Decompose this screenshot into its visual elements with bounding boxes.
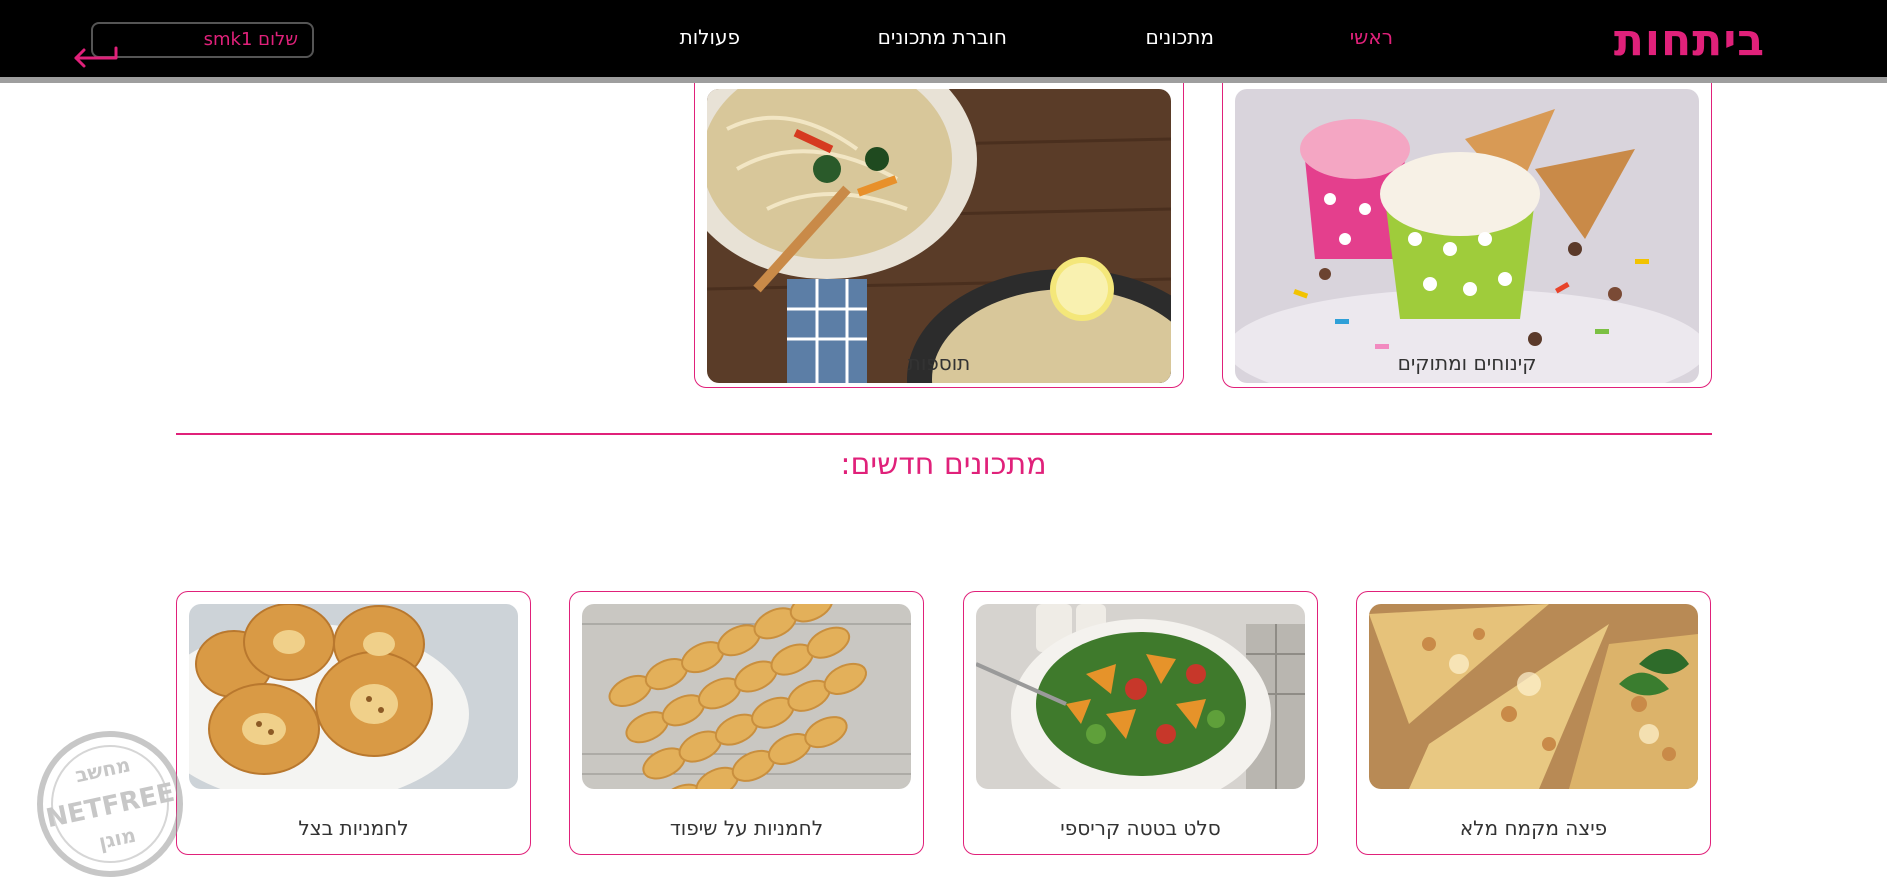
section-divider <box>176 433 1712 435</box>
crispy-sweet-potato-salad-image <box>976 604 1305 789</box>
skewer-rolls-image <box>582 604 911 789</box>
nav-item-actions[interactable]: פעולות <box>680 22 740 52</box>
nav-item-recipes[interactable]: מתכונים <box>1145 22 1214 52</box>
category-card-desserts[interactable]: קינוחים ומתוקים <box>1222 60 1712 388</box>
recipe-card-pizza[interactable]: פיצה מקמח מלא <box>1356 591 1711 855</box>
user-greeting[interactable]: שלום smk1 <box>91 22 314 58</box>
recipe-label: פיצה מקמח מלא <box>1459 816 1608 840</box>
noodles-plate-image <box>707 89 1171 383</box>
site-logo[interactable]: ביתחות <box>1582 14 1797 68</box>
nav-item-recipe-book[interactable]: חוברת מתכונים <box>878 22 1007 52</box>
category-card-sides[interactable]: תוספות <box>694 60 1184 388</box>
onion-rolls-image <box>189 604 518 789</box>
recipe-label: לחמניות בצל <box>298 816 409 840</box>
whole-wheat-pizza-image <box>1369 604 1698 789</box>
watermark-bottom: מוגן <box>97 823 138 854</box>
category-label: קינוחים ומתוקים <box>1397 351 1537 375</box>
ice-cream-sprinkles-image <box>1235 89 1699 383</box>
watermark-top: מחשב <box>73 752 132 787</box>
new-recipes-title: מתכונים חדשים: <box>840 447 1047 482</box>
recipe-card-salad[interactable]: סלט בטטה קריספי <box>963 591 1318 855</box>
watermark-middle: NETFREE <box>43 778 177 834</box>
nav-item-home[interactable]: ראשי <box>1350 22 1393 52</box>
recipe-card-skewer-rolls[interactable]: לחמניות על שיפוד <box>569 591 924 855</box>
recipe-label: לחמניות על שיפוד <box>669 816 824 840</box>
top-navbar: ביתחות ראשי מתכונים חוברת מתכונים פעולות… <box>0 0 1887 83</box>
netfree-watermark: מחשב NETFREE מוגן <box>22 728 202 878</box>
category-label: תוספות <box>907 351 971 375</box>
recipe-label: סלט בטטה קריספי <box>1060 816 1221 840</box>
recipe-card-onion-rolls[interactable]: לחמניות בצל <box>176 591 531 855</box>
logout-arrow-icon[interactable] <box>70 44 120 74</box>
